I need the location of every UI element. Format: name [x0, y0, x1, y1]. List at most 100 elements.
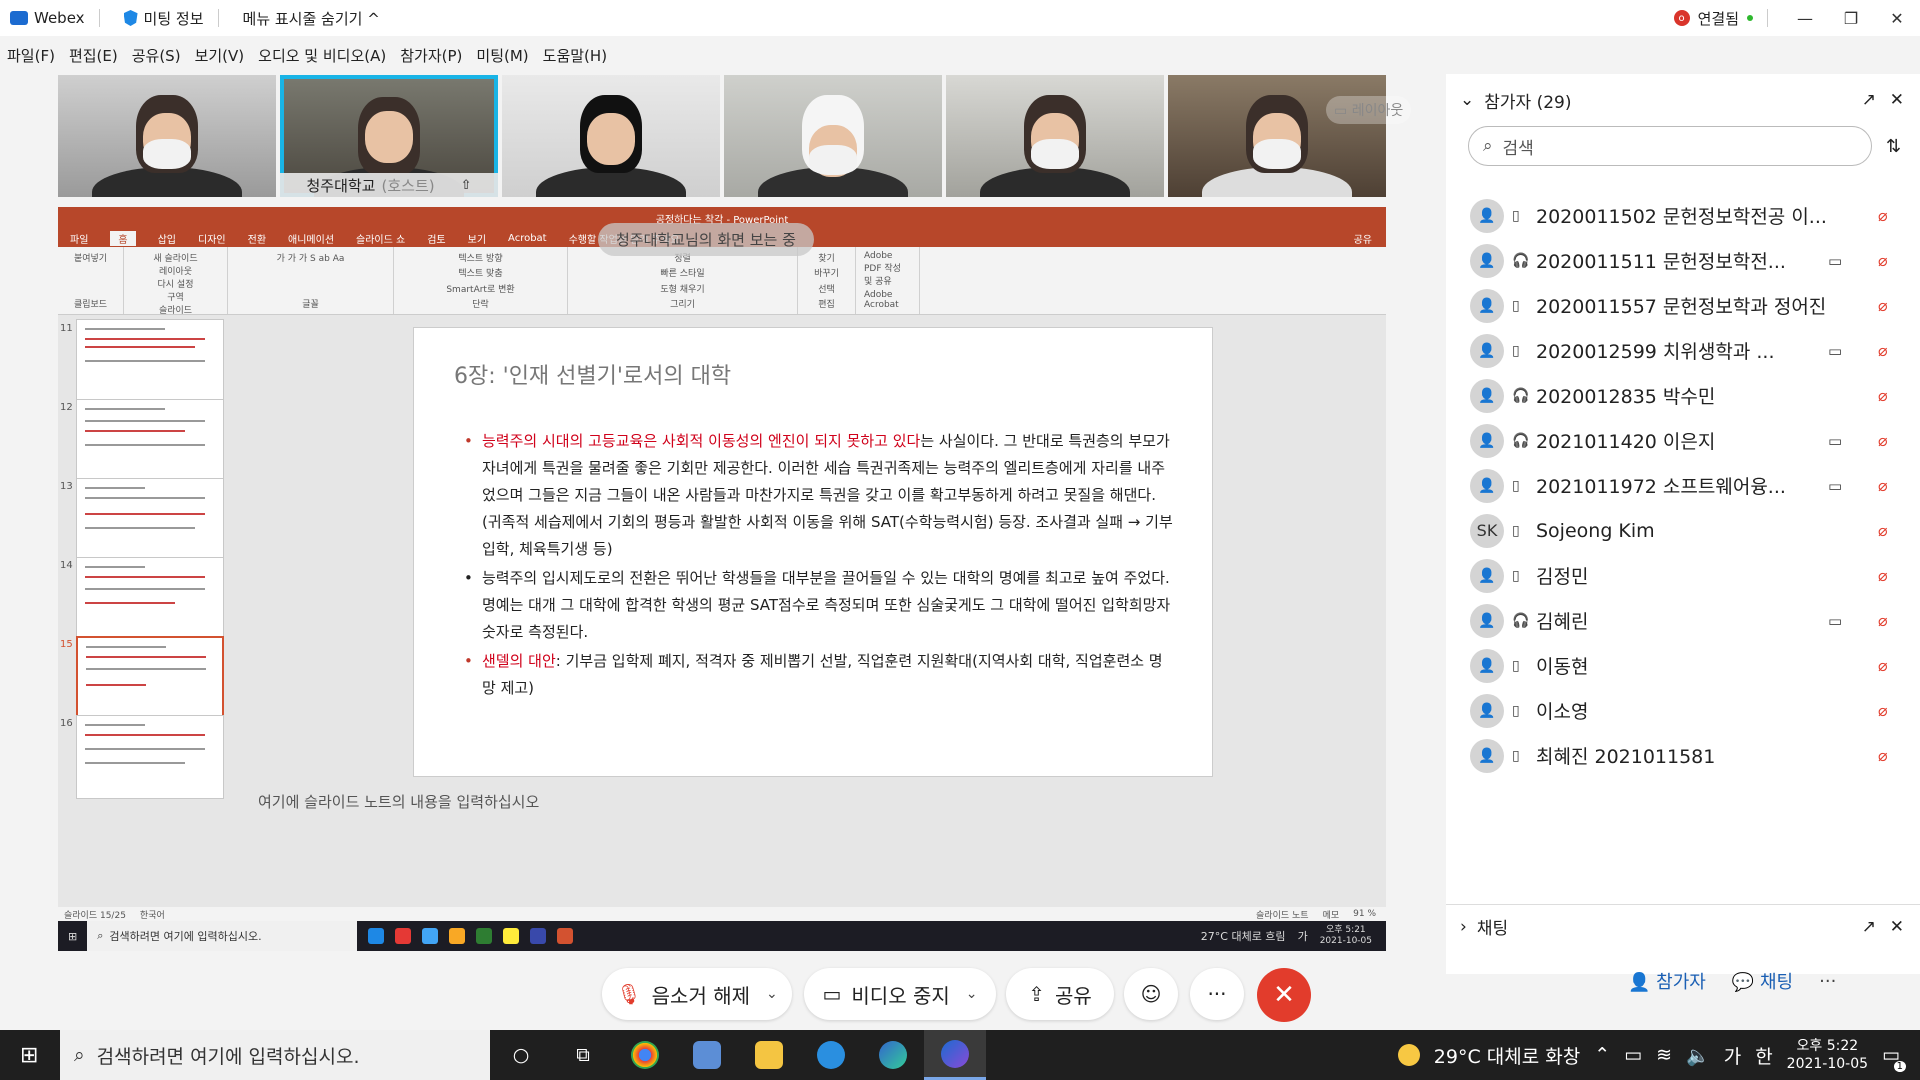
ribbon-find[interactable]: 찾기	[818, 251, 835, 264]
mic-muted-icon[interactable]: ⌀	[1878, 746, 1888, 765]
ribbon-select[interactable]: 선택	[818, 282, 835, 295]
ribbon-paste[interactable]: 붙여넣기	[74, 251, 107, 264]
ribbon-adobe-pdf[interactable]: Adobe PDF 작성 및 공유	[864, 251, 911, 287]
ribbon-reset[interactable]: 다시 설정	[158, 277, 194, 290]
chat-section[interactable]: › 채팅 ↗ ✕	[1446, 904, 1920, 948]
status-memo-button[interactable]: 메모	[1323, 908, 1340, 921]
slide-thumbnail[interactable]	[76, 478, 224, 562]
close-icon[interactable]: ✕	[1890, 90, 1904, 110]
hide-menu-button[interactable]: 메뉴 표시줄 숨기기 ^	[243, 8, 380, 29]
mic-muted-icon[interactable]: ⌀	[1878, 431, 1888, 450]
ribbon-replace[interactable]: 바꾸기	[814, 266, 839, 279]
reactions-button[interactable]: ☺	[1124, 968, 1178, 1020]
close-window-button[interactable]: ✕	[1874, 9, 1920, 28]
ppt-tab-home[interactable]: 홈	[110, 230, 136, 246]
wifi-icon[interactable]: ≋	[1656, 1044, 1672, 1066]
video-tile[interactable]	[1168, 75, 1386, 197]
ie-button[interactable]	[800, 1030, 862, 1080]
menu-view[interactable]: 보기(V)	[195, 45, 245, 66]
taskbar-search[interactable]: ⌕ 검색하려면 여기에 입력하십시오.	[60, 1030, 490, 1080]
slide-thumbnail[interactable]	[76, 319, 224, 403]
webex-button[interactable]	[924, 1030, 986, 1080]
menu-share[interactable]: 공유(S)	[132, 45, 181, 66]
edge-button[interactable]	[862, 1030, 924, 1080]
popout-icon[interactable]: ↗	[1862, 917, 1876, 937]
mic-muted-icon[interactable]: ⌀	[1878, 341, 1888, 360]
menu-help[interactable]: 도움말(H)	[543, 45, 607, 66]
ppt-share-button[interactable]: 공유	[1354, 231, 1372, 246]
chevron-up-icon[interactable]: ⌃	[1594, 1044, 1610, 1066]
ppt-tab-insert[interactable]: 삽입	[158, 231, 176, 246]
ribbon-smartart[interactable]: SmartArt로 변환	[446, 282, 514, 295]
ppt-tab-view[interactable]: 보기	[468, 231, 486, 246]
mic-muted-icon[interactable]: ⌀	[1878, 206, 1888, 225]
ppt-tab-transition[interactable]: 전환	[248, 231, 266, 246]
ppt-tab-animation[interactable]: 애니메이션	[288, 231, 334, 246]
video-tile[interactable]	[946, 75, 1164, 197]
minimize-button[interactable]: —	[1782, 9, 1828, 28]
mic-muted-icon[interactable]: ⌀	[1878, 656, 1888, 675]
menu-audio-video[interactable]: 오디오 및 비디오(A)	[258, 45, 386, 66]
popout-icon[interactable]: ↗	[1862, 90, 1876, 110]
ribbon-quick-styles[interactable]: 빠른 스타일	[660, 266, 704, 279]
stop-video-button[interactable]: ▭ 비디오 중지 ⌄	[804, 968, 996, 1020]
mic-muted-icon[interactable]: ⌀	[1878, 611, 1888, 630]
ribbon-layout[interactable]: 레이아웃	[159, 264, 192, 277]
slide-canvas[interactable]: 6장: '인재 선별기'로서의 대학 능력주의 시대의 고등교육은 사회적 이동…	[413, 327, 1213, 777]
mic-muted-icon[interactable]: ⌀	[1878, 251, 1888, 270]
mic-muted-icon[interactable]: ⌀	[1878, 296, 1888, 315]
mic-muted-icon[interactable]: ⌀	[1878, 701, 1888, 720]
menu-meeting[interactable]: 미팅(M)	[476, 45, 528, 66]
restore-button[interactable]: ❐	[1828, 9, 1874, 28]
notification-icon[interactable]: ▭ 1	[1882, 1044, 1906, 1072]
app-button[interactable]	[676, 1030, 738, 1080]
video-tile[interactable]	[58, 75, 276, 197]
mic-muted-icon[interactable]: ⌀	[1878, 521, 1888, 540]
menu-edit[interactable]: 편집(E)	[69, 45, 118, 66]
battery-icon[interactable]: ▭	[1624, 1044, 1642, 1066]
chevron-down-icon[interactable]: ⌄	[1460, 90, 1474, 110]
ppt-tab-acrobat[interactable]: Acrobat	[508, 233, 547, 244]
layout-button[interactable]: ▭ 레이아웃	[1326, 96, 1412, 124]
more-options-button[interactable]: ···	[1190, 968, 1244, 1020]
ribbon-section[interactable]: 구역	[167, 290, 184, 303]
menu-participants[interactable]: 참가자(P)	[400, 45, 462, 66]
video-tile[interactable]	[502, 75, 720, 197]
ime-indicator[interactable]: 가	[1724, 1042, 1741, 1069]
share-button[interactable]: ⇪ 공유	[1006, 968, 1114, 1020]
participant-search-input[interactable]: ⌕ 검색	[1468, 126, 1872, 166]
chevron-down-icon[interactable]: ⌄	[766, 986, 778, 1002]
ppt-tab-review[interactable]: 검토	[427, 231, 445, 246]
participant-row[interactable]: 👤 ▯ 최혜진 2021011581 ⌀	[1446, 728, 1920, 783]
ppt-tab-slideshow[interactable]: 슬라이드 쇼	[356, 231, 405, 246]
ribbon-text-direction[interactable]: 텍스트 방향	[458, 251, 502, 264]
slide-thumbnail[interactable]	[76, 399, 224, 483]
unmute-button[interactable]: 🎙 음소거 해제 ⌄	[602, 968, 792, 1020]
ribbon-align-text[interactable]: 텍스트 맞춤	[458, 266, 502, 279]
chat-toggle-button[interactable]: 💬 채팅	[1732, 968, 1793, 994]
leave-meeting-button[interactable]: ✕	[1257, 968, 1311, 1022]
close-icon[interactable]: ✕	[1890, 917, 1904, 937]
taskbar-weather[interactable]: 29°C 대체로 화창	[1434, 1042, 1580, 1069]
video-tile[interactable]	[724, 75, 942, 197]
ppt-tab-file[interactable]: 파일	[70, 231, 88, 246]
more-icon[interactable]: ···	[1819, 971, 1836, 992]
chevron-down-icon[interactable]: ⌄	[966, 986, 978, 1002]
slide-thumbnail-selected[interactable]	[76, 636, 224, 720]
slide-notes[interactable]: 여기에 슬라이드 노트의 내용을 입력하십시오	[258, 791, 1358, 815]
ribbon-new-slide[interactable]: 새 슬라이드	[153, 251, 197, 264]
ribbon-shape-fill[interactable]: 도형 채우기	[660, 282, 704, 295]
host-video-tile[interactable]: 청주대학교 (호스트) ⇧	[280, 75, 498, 197]
windows-start-icon[interactable]: ⊞	[20, 1043, 38, 1068]
status-notes-button[interactable]: 슬라이드 노트	[1256, 908, 1309, 921]
taskbar-clock[interactable]: 오후 5:22 2021-10-05	[1787, 1037, 1868, 1073]
mic-muted-icon[interactable]: ⌀	[1878, 386, 1888, 405]
task-view-button[interactable]: ⧉	[552, 1030, 614, 1080]
slide-thumbnail[interactable]	[76, 557, 224, 641]
cortana-button[interactable]: ○	[490, 1030, 552, 1080]
chrome-button[interactable]	[614, 1030, 676, 1080]
font-controls[interactable]: 가 가 가 S ab Aa	[277, 251, 345, 264]
file-explorer-button[interactable]	[738, 1030, 800, 1080]
meeting-info-button[interactable]: 미팅 정보	[123, 8, 204, 29]
ppt-tab-design[interactable]: 디자인	[198, 231, 226, 246]
